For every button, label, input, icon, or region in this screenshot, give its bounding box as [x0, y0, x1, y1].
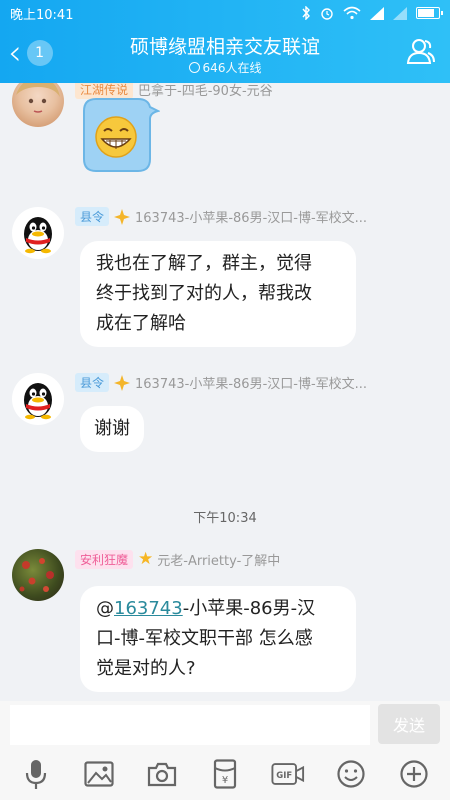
input-toolbar: ¥ GIF: [0, 748, 450, 800]
signal-icon-2: [393, 6, 407, 20]
svg-text:GIF: GIF: [276, 771, 292, 781]
signal-icon-1: [370, 6, 384, 20]
message-bubble[interactable]: 我也在了解了，群主，觉得 终于找到了对的人，帮我改 成在了解哈: [80, 241, 356, 347]
flower-photo-icon: [19, 558, 54, 592]
online-count: 646人在线: [0, 59, 450, 76]
battery-icon: [416, 7, 443, 19]
send-button[interactable]: 发送: [378, 704, 440, 744]
online-status-icon: [188, 62, 200, 73]
avatar-sender-2[interactable]: [12, 207, 64, 259]
penguin-avatar-icon: [24, 383, 52, 420]
svg-text:¥: ¥: [222, 775, 228, 786]
composer: 发送: [0, 701, 450, 748]
status-bar: 晚上10:41: [0, 0, 450, 26]
status-time: 晚上10:41: [10, 7, 74, 23]
emoji-icon[interactable]: [334, 757, 368, 791]
message-meta: 县令 163743-小苹果-86男-汉口-博-军校文...: [75, 207, 367, 226]
member-tag: 县令: [75, 207, 110, 226]
chat-header: 晚上10:41 ‹ 1 硕博缘盟相亲交友联谊 646人在线: [0, 0, 450, 83]
message-meta: 县令 163743-小苹果-86男-汉口-博-军校文...: [75, 373, 367, 392]
rank-diamond-icon: [114, 208, 131, 225]
message-meta: 安利狂魔 ★ 元老-Arrietty-了解中: [75, 549, 280, 569]
message-input[interactable]: [10, 705, 370, 745]
child-photo-icon: [16, 83, 60, 113]
avatar-sender-1[interactable]: [12, 83, 64, 127]
message-bubble[interactable]: @163743-小苹果-86男-汉 口-博-军校文职干部 怎么感 觉是对的人?: [80, 586, 356, 692]
rank-diamond-icon: [114, 374, 131, 391]
mention-link[interactable]: 163743: [114, 598, 183, 619]
mention-prefix: @: [96, 598, 114, 619]
group-members-icon[interactable]: [406, 36, 436, 66]
plus-icon[interactable]: [397, 757, 431, 791]
camera-icon[interactable]: [145, 757, 179, 791]
red-packet-icon[interactable]: ¥: [208, 757, 242, 791]
member-tag: 县令: [75, 373, 110, 392]
alarm-icon: [321, 8, 333, 20]
star-rank-icon: ★: [138, 549, 154, 569]
avatar-sender-2[interactable]: [12, 373, 64, 425]
sender-name: 元老-Arrietty-了解中: [157, 553, 281, 569]
member-tag: 安利狂魔: [75, 549, 134, 569]
penguin-avatar-icon: [24, 217, 52, 254]
sender-name: 163743-小苹果-86男-汉口-博-军校文...: [135, 211, 368, 226]
grinning-face-sticker[interactable]: [78, 93, 160, 177]
timestamp-divider: 下午10:34: [193, 511, 257, 526]
wifi-icon: [343, 6, 361, 20]
bluetooth-icon: [302, 6, 310, 20]
group-title: 硕博缘盟相亲交友联谊: [129, 36, 320, 58]
microphone-icon[interactable]: [19, 757, 53, 791]
avatar-sender-3[interactable]: [12, 549, 64, 601]
sender-name: 163743-小苹果-86男-汉口-博-军校文...: [135, 377, 368, 392]
message-bubble[interactable]: 谢谢: [80, 406, 144, 452]
gif-icon[interactable]: GIF: [271, 757, 305, 791]
message-list[interactable]: 江湖传说 巴拿于-四毛-90女-元谷 县令 163743-小苹果-86男-汉口-…: [0, 83, 450, 701]
image-icon[interactable]: [82, 757, 116, 791]
